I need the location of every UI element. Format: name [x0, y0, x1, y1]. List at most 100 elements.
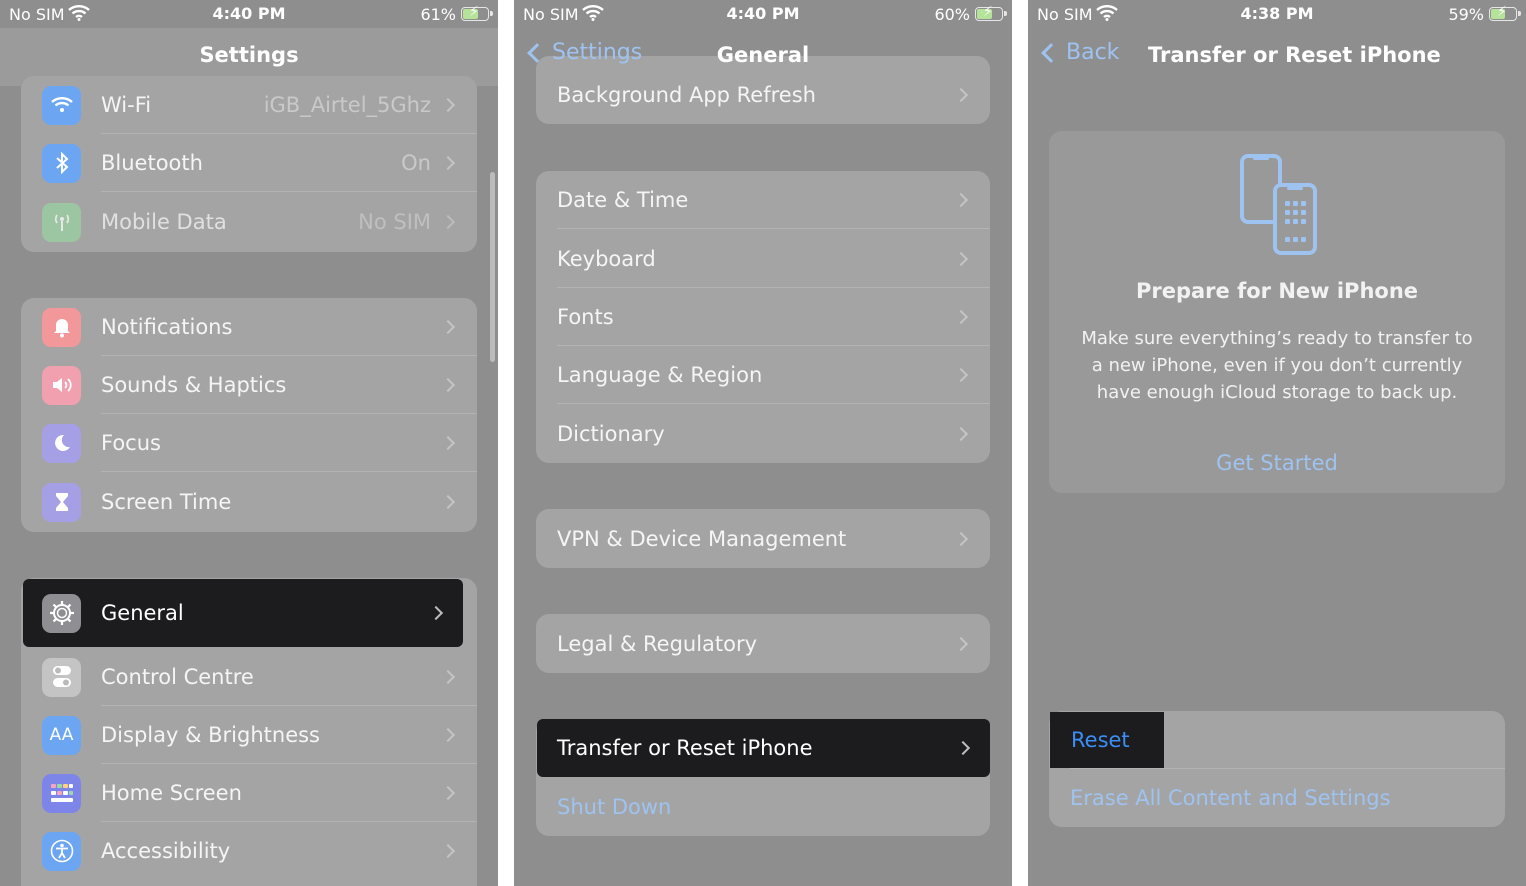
page-title: Settings	[199, 43, 299, 67]
chevron-right-icon	[953, 636, 969, 651]
chevron-right-icon	[440, 669, 456, 685]
settings-row-bluetooth[interactable]: Bluetooth On	[21, 134, 477, 192]
gear-icon	[42, 593, 81, 633]
scrollbar[interactable]	[490, 172, 495, 362]
reset-button[interactable]: Reset	[1050, 712, 1164, 768]
settings-row-label: Focus	[101, 431, 161, 455]
shut-down-button: Shut Down	[557, 794, 672, 819]
settings-row-accessibility[interactable]: Accessibility	[21, 822, 477, 880]
settings-row-control-centre[interactable]: Control Centre	[21, 648, 477, 706]
settings-row-label: Control Centre	[101, 665, 254, 689]
general-row-vpn[interactable]: VPN & Device Management	[536, 509, 990, 568]
connectivity-group: Wi-Fi iGB_Airtel_5Ghz Bluetooth On Mobil…	[21, 76, 477, 252]
settings-row-label: Bluetooth	[101, 151, 203, 175]
status-bar: No SIM 4:40 PM 60% ⚡	[514, 0, 1012, 28]
phones-transfer-icon	[1240, 154, 1317, 255]
chevron-right-icon	[953, 192, 969, 208]
battery-percent: 60%	[934, 5, 970, 24]
divider	[1070, 768, 1505, 769]
settings-row-label: Mobile Data	[101, 210, 227, 234]
erase-all-button: Erase All Content and Settings	[1070, 786, 1391, 810]
settings-row-general[interactable]: General	[23, 579, 463, 647]
status-bar: No SIM 4:38 PM 59% ⚡	[1028, 0, 1526, 28]
prepare-card: Prepare for New iPhone Make sure everyth…	[1049, 131, 1505, 493]
legal-group: Legal & Regulatory	[536, 614, 990, 673]
battery-icon: ⚡	[461, 4, 493, 21]
settings-row-screen-time[interactable]: Screen Time	[21, 472, 477, 532]
general-row-label: Keyboard	[557, 246, 656, 271]
app-grid-icon	[42, 773, 81, 813]
transfer-reset-panel: No SIM 4:38 PM 59% ⚡ Back Transfer or Re…	[1028, 0, 1526, 886]
general-row-label: Fonts	[557, 305, 614, 329]
general-row-label: Date & Time	[557, 188, 689, 212]
settings-row-notifications[interactable]: Notifications	[21, 298, 477, 356]
vpn-group: VPN & Device Management	[536, 509, 990, 568]
page-title: General	[716, 43, 810, 67]
settings-row-label: Sounds & Haptics	[101, 373, 287, 397]
settings-row-focus[interactable]: Focus	[21, 414, 477, 472]
settings-row-label: Accessibility	[101, 839, 231, 863]
chevron-right-icon	[440, 97, 456, 113]
back-label: Back	[1066, 40, 1120, 65]
chevron-right-icon	[440, 377, 456, 393]
chevron-right-icon	[440, 494, 456, 510]
battery-icon: ⚡	[1489, 4, 1521, 21]
chevron-right-icon	[440, 785, 456, 801]
chevron-right-icon	[440, 843, 456, 859]
general-row-label: Legal & Regulatory	[557, 631, 758, 656]
general-row-fonts[interactable]: Fonts	[536, 288, 990, 346]
datetime-group: Date & Time Keyboard Fonts Language & Re…	[536, 171, 990, 463]
settings-row-label: Screen Time	[101, 490, 232, 514]
general-row-label: VPN & Device Management	[557, 526, 847, 551]
chevron-left-icon	[1041, 42, 1061, 63]
general-row-label: Background App Refresh	[557, 83, 816, 107]
general-row-language[interactable]: Language & Region	[536, 346, 990, 404]
chevron-right-icon	[440, 155, 456, 171]
get-started-button[interactable]: Get Started	[1049, 451, 1505, 475]
chevron-right-icon	[953, 426, 969, 441]
back-button[interactable]: Back	[1040, 40, 1119, 65]
erase-all-row[interactable]: Erase All Content and Settings	[1049, 769, 1505, 827]
wifi-icon	[42, 85, 81, 125]
accessibility-icon	[42, 831, 81, 871]
general-row-label: Transfer or Reset iPhone	[557, 736, 813, 760]
chevron-right-icon	[955, 740, 971, 756]
settings-row-value: On	[401, 151, 431, 175]
general-row-keyboard[interactable]: Keyboard	[536, 229, 990, 288]
notifications-group: Notifications Sounds & Haptics Focus Scr…	[21, 298, 477, 532]
hourglass-icon	[42, 482, 81, 522]
general-row-legal[interactable]: Legal & Regulatory	[536, 614, 990, 673]
settings-row-mobile-data[interactable]: Mobile Data No SIM	[21, 192, 477, 252]
chevron-right-icon	[440, 435, 456, 451]
bluetooth-icon	[42, 143, 81, 183]
general-panel: No SIM 4:40 PM 60% ⚡ Background App Refr…	[514, 0, 1012, 886]
chevron-right-icon	[428, 605, 444, 621]
settings-panel: No SIM 4:40 PM 61% ⚡ Settings Wi-Fi iGB_…	[0, 0, 498, 886]
battery-icon: ⚡	[975, 4, 1007, 21]
general-row-label: Language & Region	[557, 363, 763, 387]
general-row-date-time[interactable]: Date & Time	[536, 171, 990, 229]
chevron-right-icon	[953, 309, 969, 325]
general-row-shut-down[interactable]: Shut Down	[536, 777, 990, 836]
settings-row-label: Display & Brightness	[101, 723, 320, 747]
antenna-icon	[42, 202, 81, 242]
general-row-dictionary[interactable]: Dictionary	[536, 404, 990, 463]
chevron-right-icon	[953, 531, 969, 546]
settings-row-label: General	[101, 601, 184, 625]
settings-row-home-screen[interactable]: Home Screen	[21, 764, 477, 822]
nav-bar: Settings General	[514, 28, 1012, 86]
settings-row-label: Notifications	[101, 315, 233, 339]
settings-row-wifi[interactable]: Wi-Fi iGB_Airtel_5Ghz	[21, 76, 477, 134]
text-size-icon: AA	[42, 715, 81, 755]
chevron-right-icon	[440, 727, 456, 743]
nav-bar: Back Transfer or Reset iPhone	[1028, 28, 1526, 86]
general-row-transfer-reset[interactable]: Transfer or Reset iPhone	[537, 719, 990, 777]
card-title: Prepare for New iPhone	[1135, 279, 1419, 303]
general-row-label: Dictionary	[557, 421, 665, 446]
chevron-right-icon	[953, 367, 969, 383]
settings-row-sounds[interactable]: Sounds & Haptics	[21, 356, 477, 414]
settings-row-display[interactable]: AA Display & Brightness	[21, 706, 477, 764]
chevron-right-icon	[440, 214, 456, 230]
reset-label: Reset	[1071, 728, 1130, 752]
toggles-icon	[42, 657, 81, 697]
